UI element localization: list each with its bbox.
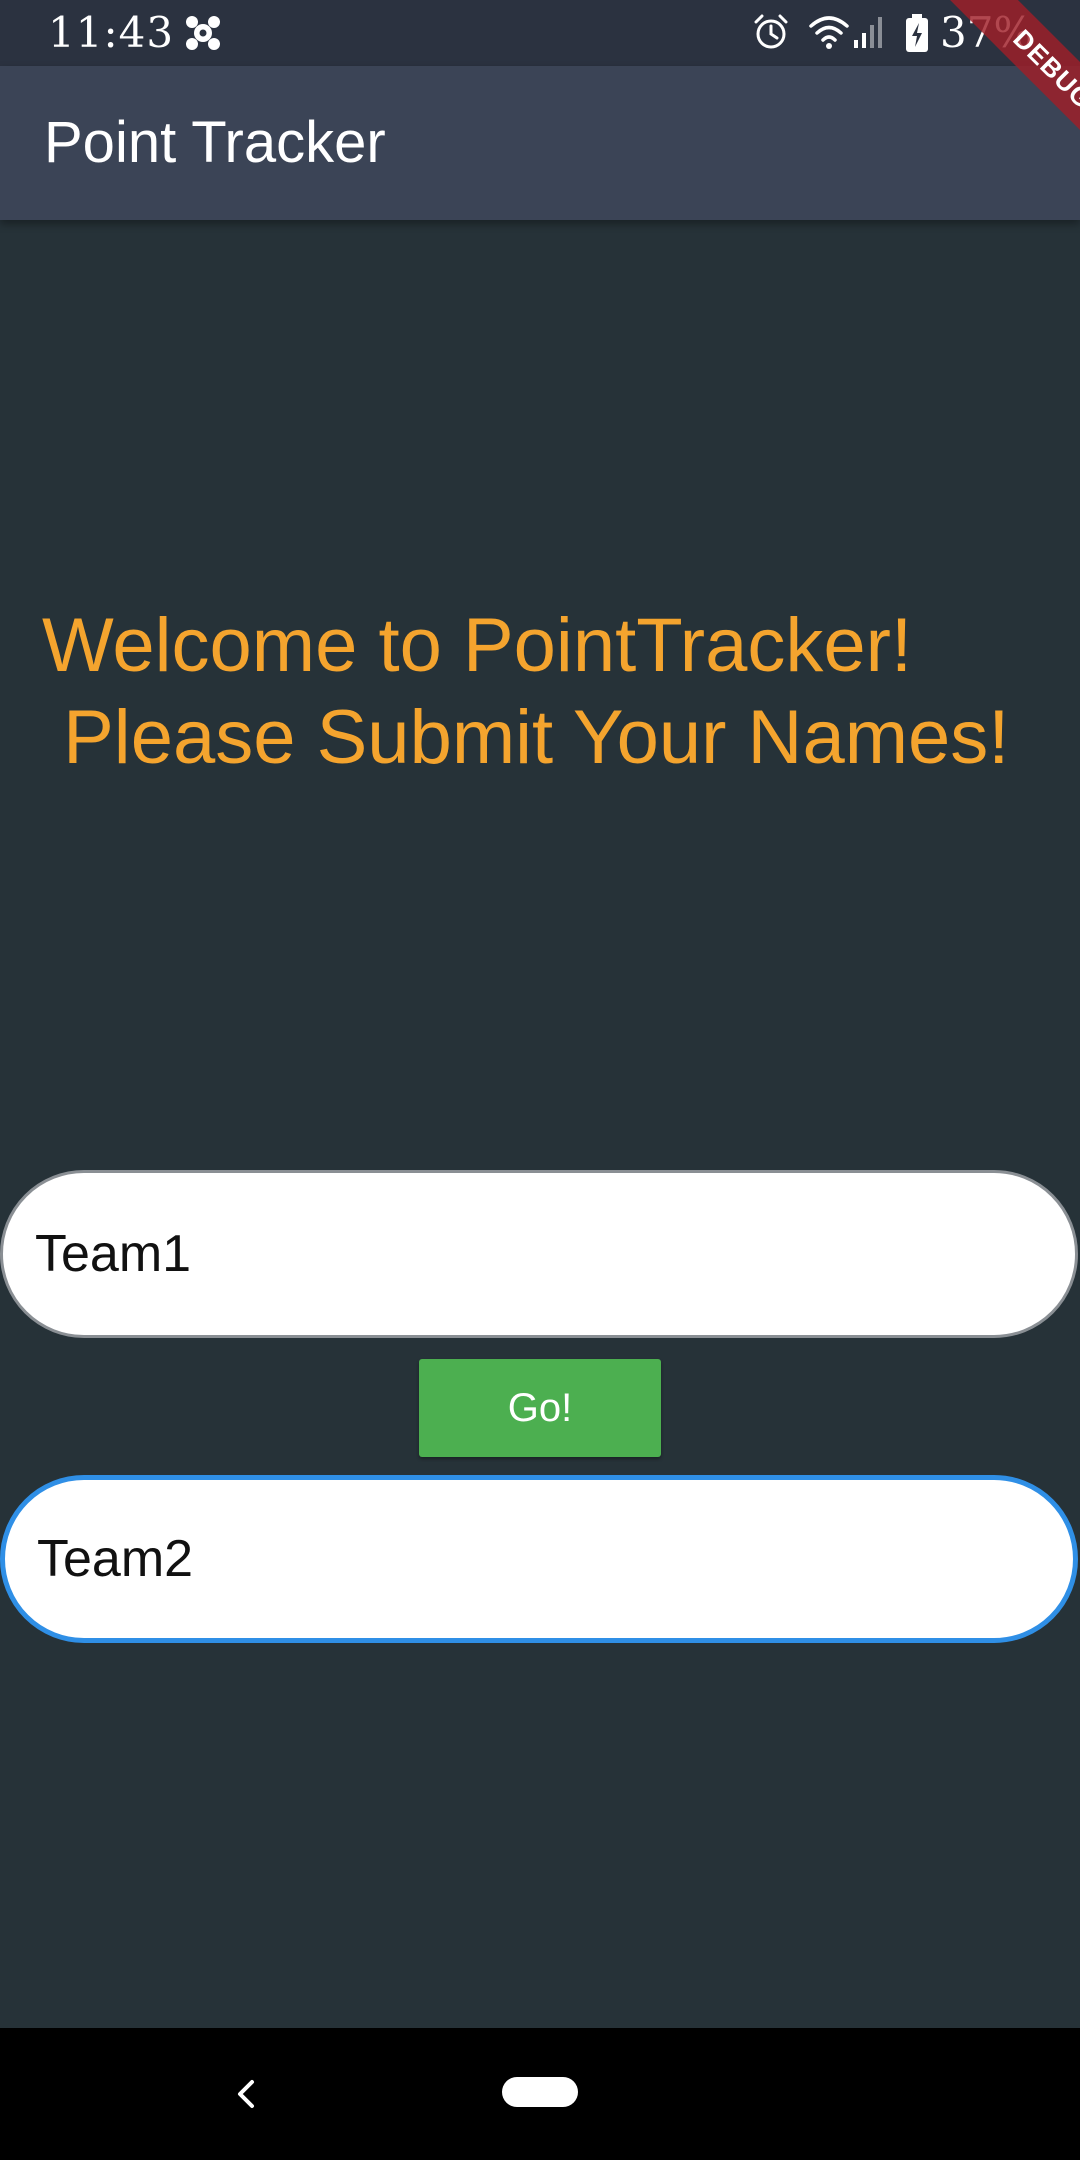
team2-name-input[interactable] bbox=[0, 1475, 1078, 1643]
home-pill-icon[interactable] bbox=[502, 2077, 578, 2107]
status-bar: 11:43 37% bbox=[0, 0, 1080, 66]
app-bar: Point Tracker bbox=[0, 66, 1080, 220]
battery-percentage: 37% bbox=[940, 8, 1034, 57]
battery-charging-icon bbox=[906, 14, 928, 52]
welcome-message: Welcome to PointTracker! Please Submit Y… bbox=[0, 600, 1080, 876]
status-time: 11:43 bbox=[48, 8, 175, 57]
signal-icon bbox=[854, 17, 882, 48]
app-notification-icon bbox=[186, 16, 220, 50]
back-icon[interactable] bbox=[222, 2070, 270, 2118]
wifi-icon bbox=[809, 16, 849, 49]
alarm-icon bbox=[754, 14, 788, 49]
go-button[interactable]: Go! bbox=[419, 1359, 661, 1457]
welcome-line-1: Welcome to PointTracker! bbox=[42, 603, 913, 688]
welcome-line-2: Please Submit Your Names! bbox=[42, 695, 1010, 780]
navigation-bar bbox=[0, 2028, 1080, 2160]
team1-name-input[interactable] bbox=[0, 1170, 1078, 1338]
app-title: Point Tracker bbox=[44, 110, 386, 175]
